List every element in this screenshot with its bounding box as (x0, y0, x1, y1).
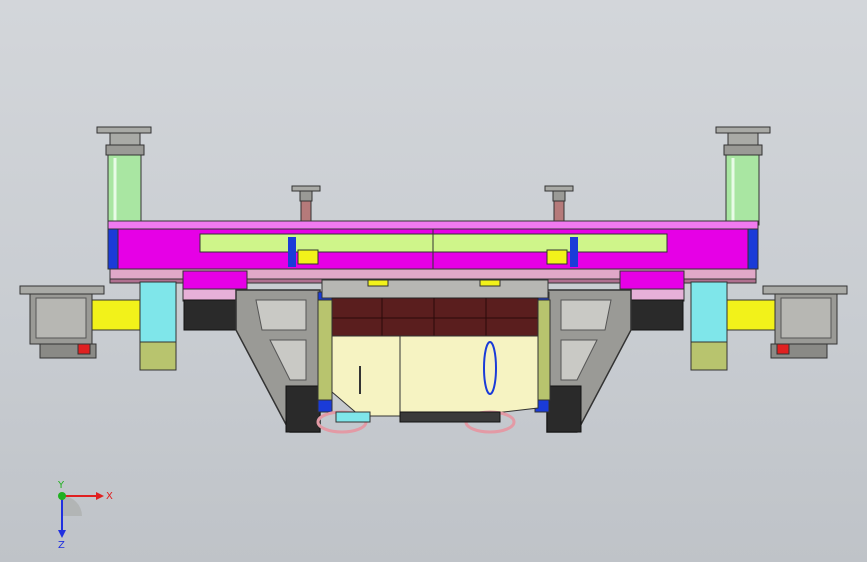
center-maroon-housing[interactable] (331, 297, 539, 337)
right-lower-strip (627, 288, 685, 302)
x-axis-label: X (106, 491, 113, 502)
y-axis-label: Y (57, 480, 65, 491)
left-side-pad (182, 270, 248, 290)
axis-triad: X Y Z (57, 480, 113, 550)
left-wheel-housing[interactable] (19, 281, 177, 371)
bottom-left-wheel (316, 410, 371, 434)
rail-cart-assembly-model[interactable] (0, 0, 867, 562)
y-axis-dot (58, 492, 66, 500)
left-dark-block (183, 299, 241, 331)
right-wheel-housing[interactable] (690, 281, 848, 371)
center-top-plates (321, 279, 549, 299)
right-side-pad (619, 270, 685, 290)
x-axis-arrow (96, 492, 104, 500)
right-dark-block (626, 299, 684, 331)
left-lower-strip (182, 288, 240, 302)
cad-viewport[interactable]: X Y Z (0, 0, 867, 562)
right-lift-cylinder[interactable] (715, 126, 771, 226)
z-axis-label: Z (58, 540, 65, 550)
z-axis-arrow (58, 530, 66, 538)
bottom-dark-base (399, 411, 501, 423)
left-lift-cylinder[interactable] (96, 126, 152, 226)
